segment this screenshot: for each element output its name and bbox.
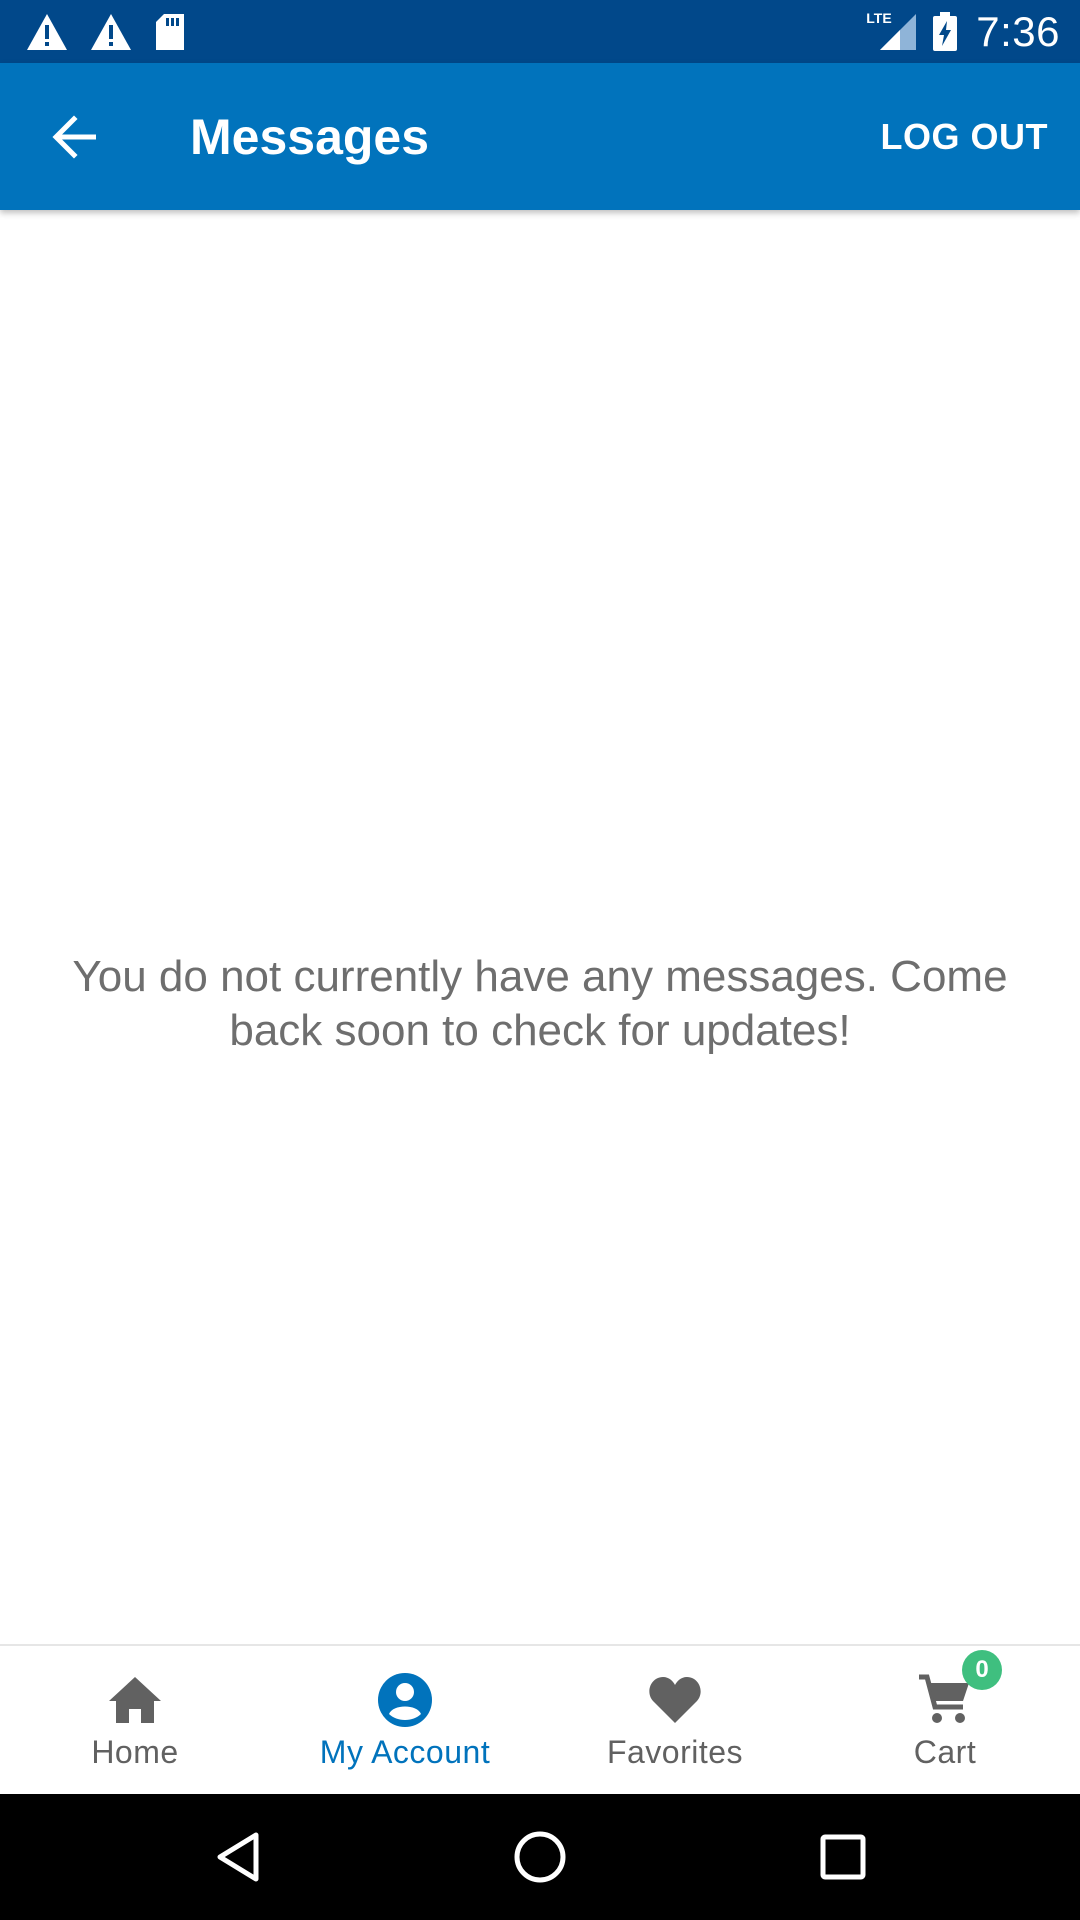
sd-card-icon [154,13,186,51]
page-title: Messages [190,108,430,165]
arrow-back-icon [50,115,98,159]
messages-content: You do not currently have any messages. … [0,210,1080,1644]
circle-home-icon [513,1830,567,1884]
system-back-button[interactable] [208,1827,268,1887]
system-recents-button[interactable] [813,1827,873,1887]
nav-label-cart: Cart [913,1734,977,1770]
clock: 7:36 [976,7,1060,55]
warning-icon [26,13,68,51]
network-type: LTE [866,9,892,26]
nav-item-home[interactable]: Home [0,1646,270,1794]
nav-label-home: Home [91,1734,179,1770]
signal-icon: LTE [866,10,918,52]
nav-label-my-account: My Account [319,1734,491,1770]
system-navigation-bar [0,1794,1080,1920]
status-bar: LTE 7:36 [0,0,1080,63]
heart-icon [647,1672,703,1728]
triangle-back-icon [214,1831,262,1883]
logout-button[interactable]: LOG OUT [881,63,1049,210]
account-icon [377,1672,433,1728]
battery-charging-icon [932,11,958,52]
home-icon [107,1672,163,1728]
app-bar: Messages LOG OUT [0,63,1080,210]
bottom-navigation: Home My Account Favorites 0 Cart [0,1644,1080,1794]
nav-item-cart[interactable]: 0 Cart [810,1646,1080,1794]
system-status: LTE 7:36 [866,0,1060,63]
nav-item-favorites[interactable]: Favorites [540,1646,810,1794]
empty-state-message: You do not currently have any messages. … [72,952,1008,1055]
notification-icons [26,10,208,54]
warning-icon [90,13,132,51]
back-button[interactable] [38,101,110,173]
nav-label-favorites: Favorites [606,1734,744,1770]
system-home-button[interactable] [510,1827,570,1887]
nav-item-my-account[interactable]: My Account [270,1646,540,1794]
cart-count-badge: 0 [962,1650,1002,1690]
square-recents-icon [819,1833,867,1881]
